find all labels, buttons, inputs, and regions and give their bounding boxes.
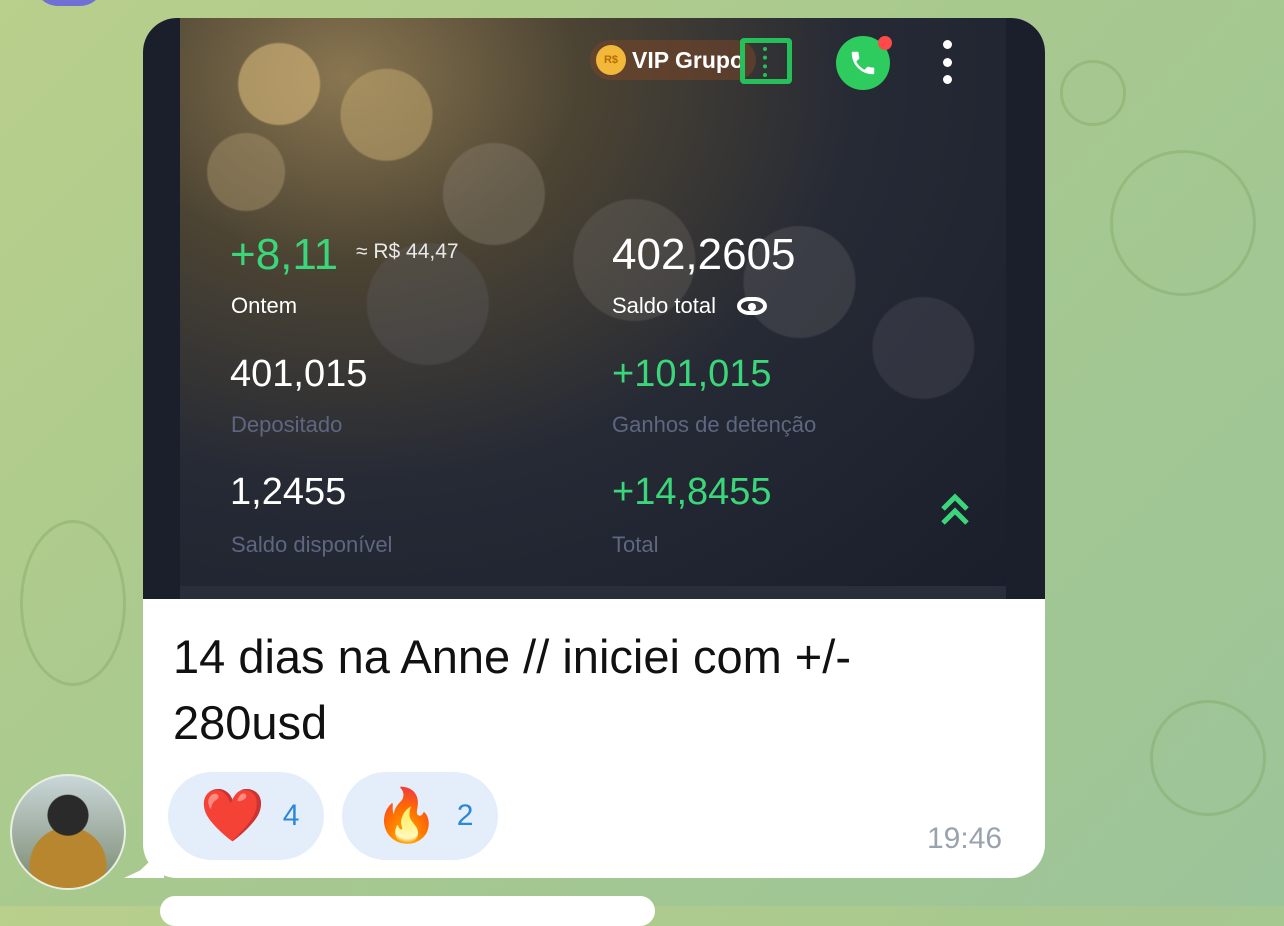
sender-avatar[interactable]: [10, 774, 126, 890]
yesterday-approx-value: ≈ R$ 44,47: [356, 240, 459, 263]
real-coin-icon: R$: [596, 45, 626, 75]
heart-icon: ❤️: [200, 787, 265, 845]
ticket-icon: [740, 38, 792, 84]
background-doodle: [1150, 700, 1266, 816]
reaction-count: 2: [456, 799, 474, 832]
background-doodle: [20, 520, 126, 686]
reaction-count: 4: [282, 799, 300, 832]
eye-icon: [737, 297, 767, 315]
previous-sender-avatar[interactable]: [34, 0, 104, 6]
message-timestamp: 19:46: [927, 822, 1003, 855]
message-text: 14 dias na Anne // iniciei com +/- 280us…: [173, 630, 851, 749]
whatsapp-icon: [836, 36, 892, 90]
background-doodle: [1110, 150, 1256, 296]
total-label: Total: [612, 532, 659, 557]
more-options-icon: [942, 40, 952, 84]
message-bubble[interactable]: R$ VIP Grupo +8,11 ≈ R$ 44,47 Ontem 402,…: [143, 18, 1045, 878]
available-balance-value: 1,2455: [230, 471, 347, 513]
app-bottom-bar: [180, 586, 1006, 599]
double-chevron-up-icon: [941, 493, 969, 525]
yesterday-gain-value: +8,11: [230, 230, 339, 279]
deposited-value: 401,015: [230, 353, 368, 395]
next-message-bubble[interactable]: [160, 896, 655, 926]
reaction-heart[interactable]: ❤️ 4: [168, 772, 324, 860]
yesterday-label: Ontem: [231, 293, 298, 318]
total-balance-label: Saldo total: [612, 293, 716, 318]
app-screenshot: R$ VIP Grupo +8,11 ≈ R$ 44,47 Ontem 402,…: [180, 18, 1006, 599]
media-screenshot[interactable]: R$ VIP Grupo +8,11 ≈ R$ 44,47 Ontem 402,…: [143, 18, 1045, 599]
background-doodle: [1060, 60, 1126, 126]
vip-group-label: VIP Grupo: [632, 46, 745, 73]
notification-dot: [878, 36, 892, 50]
holding-gains-value: +101,015: [612, 353, 772, 395]
vip-group-button: R$ VIP Grupo: [590, 40, 757, 80]
holding-gains-label: Ganhos de detenção: [612, 412, 817, 437]
total-balance-value: 402,2605: [612, 230, 796, 279]
fire-icon: 🔥: [374, 787, 439, 845]
deposited-label: Depositado: [231, 412, 343, 437]
total-value: +14,8455: [612, 471, 772, 513]
available-balance-label: Saldo disponível: [231, 532, 393, 557]
reaction-fire[interactable]: 🔥 2: [342, 772, 498, 860]
